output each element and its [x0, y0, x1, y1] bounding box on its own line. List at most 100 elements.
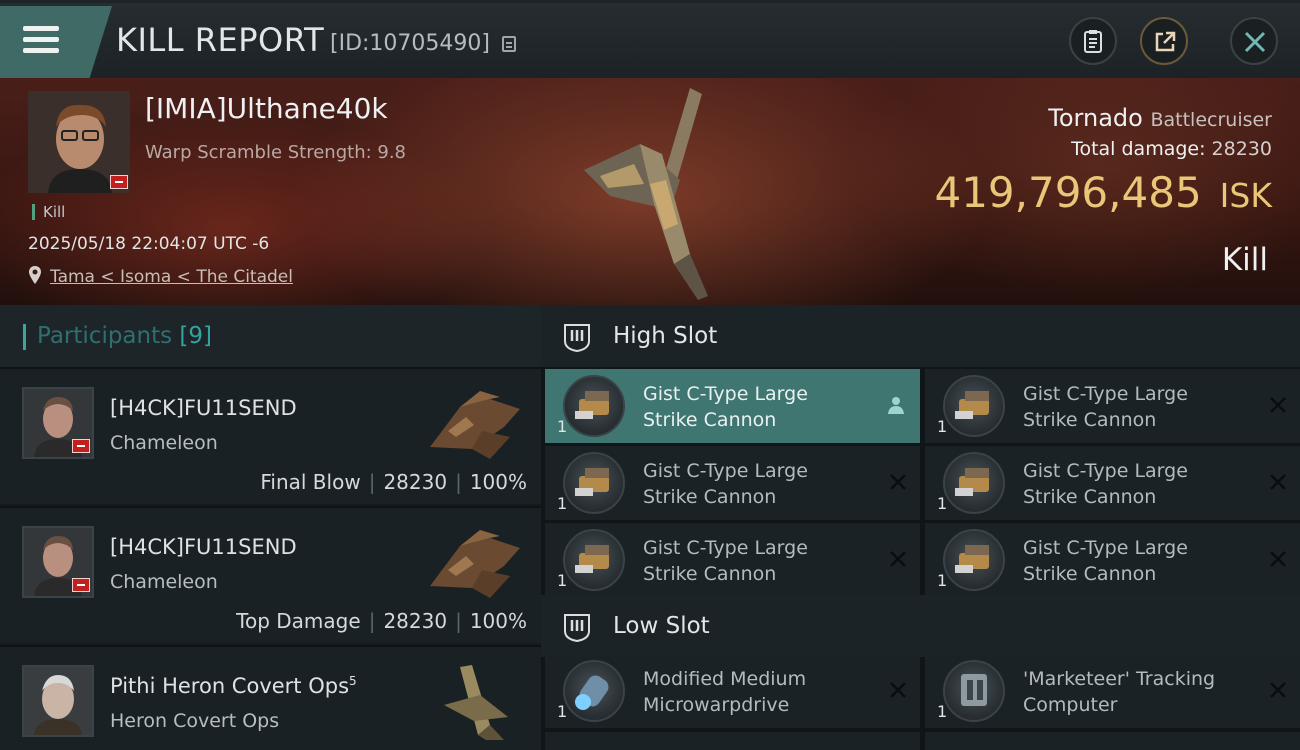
participant-stats: Top Damage | 28230 | 100% — [236, 609, 527, 633]
participant-ship-image — [444, 665, 508, 740]
victim-portrait[interactable] — [28, 91, 130, 193]
hamburger-menu-icon-bar — [23, 48, 59, 53]
participant-percent: 100% — [469, 609, 527, 633]
kill-banner: [IMIA]Ulthane40k Warp Scramble Strength:… — [0, 78, 1300, 305]
person-icon — [888, 397, 904, 414]
x-icon — [1270, 397, 1286, 413]
kill-timestamp: 2025/05/18 22:04:07 UTC -6 — [28, 234, 270, 254]
copy-icon[interactable] — [502, 36, 516, 52]
module-name: Gist C-Type Large Strike Cannon — [1023, 535, 1253, 587]
module-name-line2: Computer — [1023, 694, 1118, 716]
tracking-computer-module-icon — [943, 660, 1005, 722]
participant-ship-image — [430, 530, 520, 598]
participants-count: [9] — [179, 323, 213, 349]
microwarpdrive-module-icon — [563, 660, 625, 722]
x-icon — [1270, 474, 1286, 490]
module-name-line2: Strike Cannon — [1023, 563, 1157, 585]
low-slot-title: Low Slot — [613, 613, 710, 639]
isk-value: 419,796,485 ISK — [934, 168, 1272, 217]
module-quantity: 1 — [557, 702, 568, 721]
participants-title-text: Participants — [37, 323, 173, 349]
module-item[interactable] — [925, 732, 1300, 750]
kill-type-tag: Kill — [32, 204, 65, 220]
participant-role: Final Blow — [260, 470, 361, 494]
participants-header: Participants [9] — [0, 305, 541, 367]
shield-slot-icon — [564, 614, 590, 643]
module-item[interactable]: 1 Gist C-Type Large Strike Cannon — [925, 523, 1300, 597]
hostile-status-badge — [72, 439, 90, 453]
cannon-module-icon — [563, 452, 625, 514]
cannon-module-icon — [943, 529, 1005, 591]
module-quantity: 1 — [937, 702, 948, 721]
low-slot-header: Low Slot — [541, 595, 1300, 657]
participants-title: Participants [9] — [37, 323, 212, 349]
cannon-module-art — [955, 468, 989, 496]
participant-role: Top Damage — [236, 609, 361, 633]
participant-damage: 28230 — [383, 470, 448, 494]
shield-slot-icon — [564, 324, 590, 353]
participant-ship: Heron Covert Ops — [110, 710, 280, 732]
clipboard-icon — [1084, 30, 1102, 53]
participant-ship-image — [430, 391, 520, 459]
high-slot-header: High Slot — [541, 305, 1300, 367]
module-quantity: 1 — [557, 417, 568, 436]
module-item[interactable]: 1 Gist C-Type Large Strike Cannon — [545, 446, 920, 520]
participant-row[interactable]: Pithi Heron Covert Ops5 Heron Covert Ops — [0, 645, 541, 750]
module-name: Gist C-Type Large Strike Cannon — [1023, 381, 1253, 433]
module-item[interactable]: 1 Modified Medium Microwarpdrive — [545, 654, 920, 728]
module-name-line1: Gist C-Type Large — [1023, 537, 1188, 559]
module-name-line1: Gist C-Type Large — [643, 537, 808, 559]
kill-result-label: Kill — [1221, 242, 1268, 278]
module-quantity: 1 — [557, 571, 568, 590]
module-name-line2: Strike Cannon — [643, 486, 777, 508]
participant-avatar-art — [24, 667, 92, 735]
close-x-icon — [1244, 31, 1266, 53]
x-icon — [890, 474, 906, 490]
section-marker — [23, 324, 26, 350]
module-item[interactable] — [545, 732, 920, 750]
close-button[interactable] — [1230, 17, 1278, 65]
hamburger-menu-icon — [23, 26, 59, 31]
hamburger-menu-icon-bar — [23, 37, 59, 42]
share-external-icon — [1155, 31, 1176, 52]
participant-ship: Chameleon — [110, 432, 218, 454]
module-name: Modified Medium Microwarpdrive — [643, 666, 873, 718]
module-quantity: 1 — [937, 417, 948, 436]
module-item[interactable]: 1 Gist C-Type Large Strike Cannon — [545, 369, 920, 443]
participant-damage: 28230 — [383, 609, 448, 633]
x-icon — [890, 551, 906, 567]
module-name-line1: Gist C-Type Large — [643, 460, 808, 482]
clipboard-button[interactable] — [1069, 17, 1117, 65]
total-damage-value: 28230 — [1211, 138, 1272, 160]
cannon-module-art — [575, 468, 609, 496]
module-item[interactable]: 1 Gist C-Type Large Strike Cannon — [925, 446, 1300, 520]
victim-ship-name[interactable]: Tornado Battlecruiser — [1048, 104, 1272, 132]
participant-avatar — [22, 526, 94, 598]
module-name: Gist C-Type Large Strike Cannon — [643, 458, 873, 510]
isk-amount: 419,796,485 — [934, 168, 1202, 217]
module-name-line1: 'Marketeer' Tracking — [1023, 668, 1216, 690]
module-item[interactable]: 1 Gist C-Type Large Strike Cannon — [545, 523, 920, 597]
module-name-line2: Microwarpdrive — [643, 694, 790, 716]
participant-name: [H4CK]FU11SEND — [110, 535, 297, 559]
participant-row[interactable]: [H4CK]FU11SEND Chameleon Top Damage | 2823… — [0, 506, 541, 643]
module-name-line2: Strike Cannon — [643, 563, 777, 585]
participant-ship: Chameleon — [110, 571, 218, 593]
victim-ship-image[interactable] — [570, 84, 750, 304]
module-name-line2: Strike Cannon — [1023, 486, 1157, 508]
share-button[interactable] — [1140, 17, 1188, 65]
module-name-line2: Strike Cannon — [1023, 409, 1157, 431]
participant-percent: 100% — [469, 470, 527, 494]
module-item[interactable]: 1 'Marketeer' Tracking Computer — [925, 654, 1300, 728]
cannon-module-art — [575, 391, 609, 419]
module-item[interactable]: 1 Gist C-Type Large Strike Cannon — [925, 369, 1300, 443]
participant-row[interactable]: [H4CK]FU11SEND Chameleon Final Blow | 2823… — [0, 367, 541, 504]
cannon-module-icon — [943, 452, 1005, 514]
ship-class-text: Battlecruiser — [1150, 109, 1272, 131]
menu-button[interactable] — [0, 6, 112, 78]
victim-name[interactable]: [IMIA]Ulthane40k — [145, 92, 388, 125]
kill-id: [ID:10705490] — [330, 31, 490, 56]
kill-location-link[interactable]: Tama < Isoma < The Citadel — [50, 267, 293, 287]
hostile-status-badge — [72, 578, 90, 592]
hostile-status-badge — [110, 175, 128, 189]
